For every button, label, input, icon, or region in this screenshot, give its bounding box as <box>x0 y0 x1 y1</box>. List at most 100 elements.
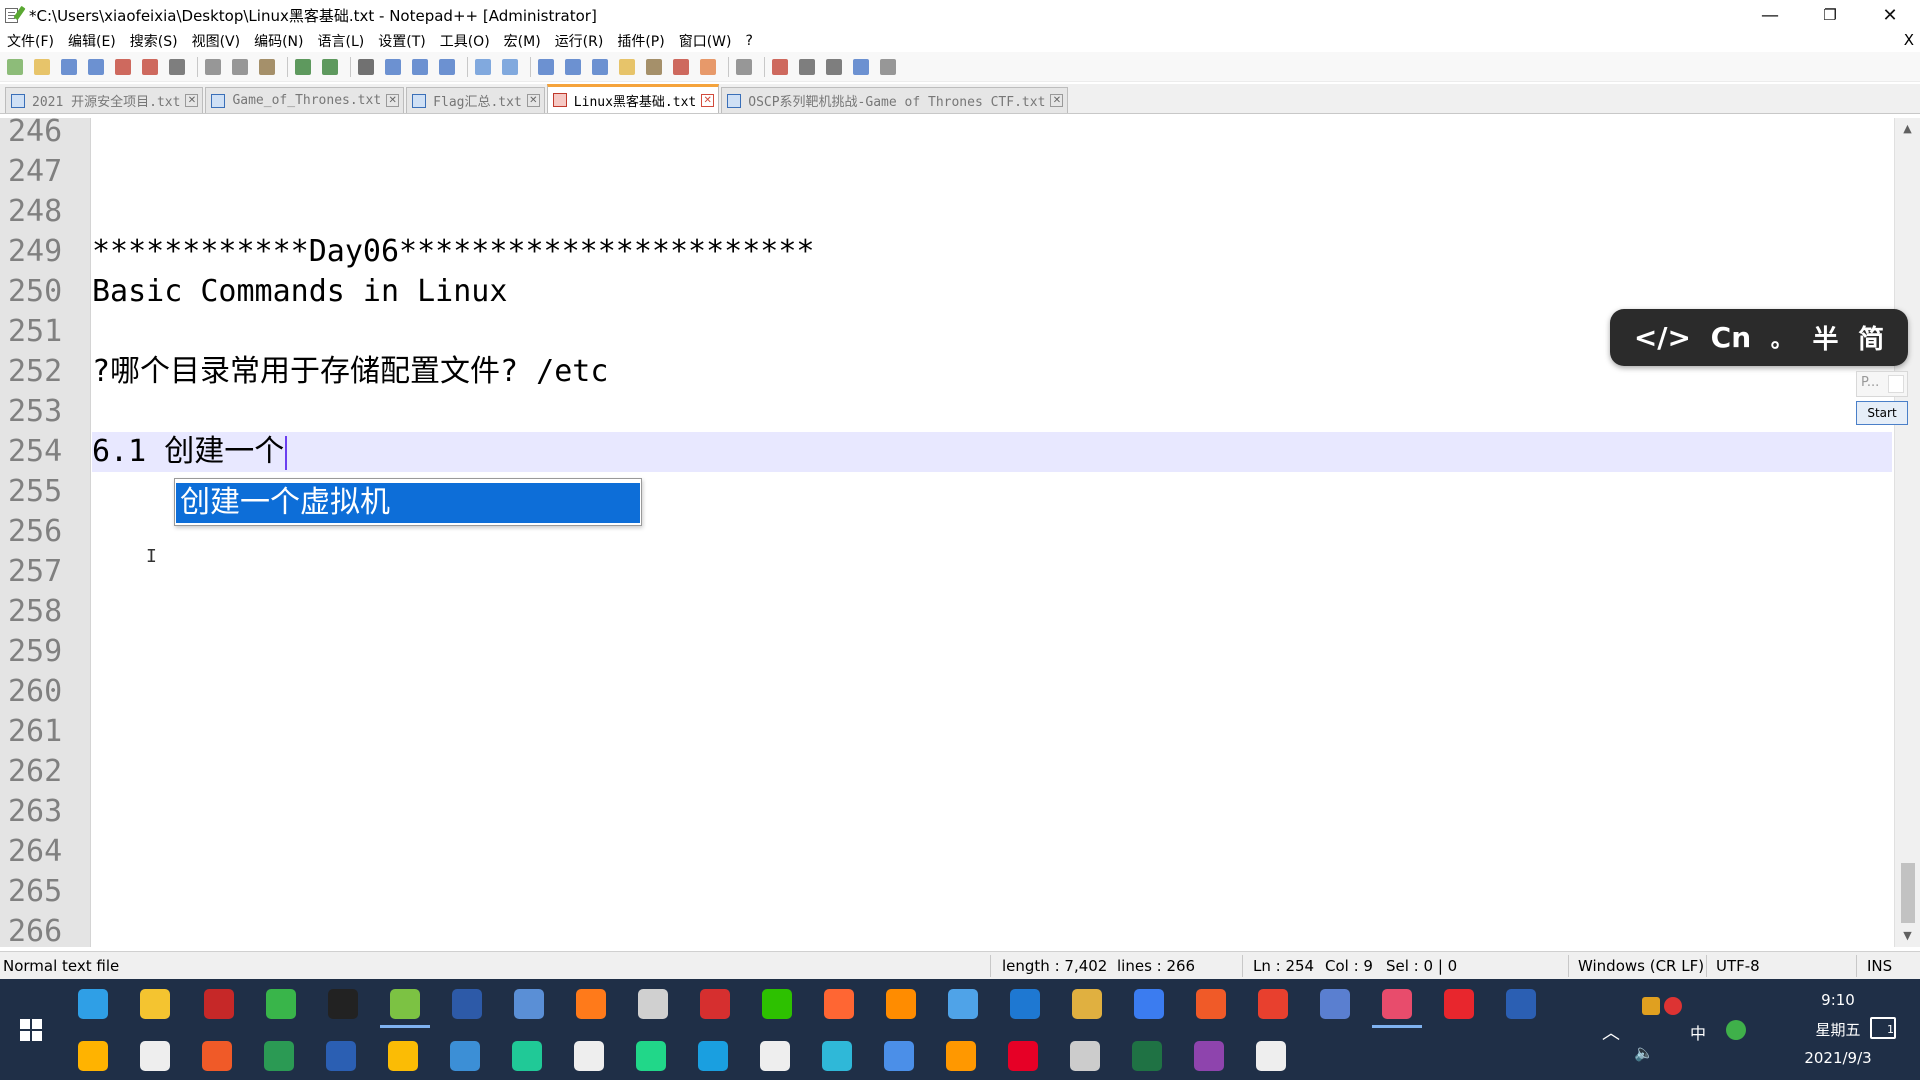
code-line[interactable] <box>92 672 1892 712</box>
tab-oscp-challenge[interactable]: OSCP系列靶机挑战-Game of Thrones CTF.txt ✕ <box>721 87 1069 113</box>
code-line[interactable] <box>92 472 1892 512</box>
vertical-scrollbar[interactable]: ▲ ▼ <box>1894 118 1920 947</box>
menu-tools[interactable]: 工具(O) <box>433 31 497 51</box>
stop-macro-icon[interactable] <box>796 56 818 78</box>
notification-center-icon[interactable]: 1 <box>1870 1017 1896 1039</box>
notepadpp-icon[interactable] <box>380 989 430 1028</box>
close-document-button[interactable]: X <box>1904 31 1914 49</box>
network-icon[interactable] <box>514 989 544 1019</box>
sogou-icon[interactable] <box>1726 1020 1746 1040</box>
burp-icon[interactable] <box>824 989 854 1019</box>
sync-app-icon[interactable] <box>78 1041 108 1071</box>
menu-search[interactable]: 搜索(S) <box>123 31 185 51</box>
tray-overflow-icon[interactable]: ︿ <box>1602 1019 1620 1045</box>
paste-icon[interactable] <box>256 56 278 78</box>
tab-close-icon[interactable]: ✕ <box>1050 94 1064 107</box>
pycharm-icon[interactable] <box>636 1041 666 1071</box>
ime-toolbar[interactable]: </> Cn 。 半 简 <box>1610 309 1908 366</box>
filezilla-icon[interactable] <box>700 989 730 1019</box>
menu-edit[interactable]: 编辑(E) <box>61 31 123 51</box>
menu-language[interactable]: 语言(L) <box>311 31 372 51</box>
tab-linux-basics[interactable]: Linux黑客基础.txt ✕ <box>546 84 720 113</box>
close-icon[interactable] <box>112 56 134 78</box>
start-button[interactable]: Start <box>1856 401 1908 425</box>
find-icon[interactable] <box>355 56 377 78</box>
menu-help[interactable]: ? <box>739 33 760 49</box>
print-icon[interactable] <box>166 56 188 78</box>
code-line[interactable] <box>92 712 1892 752</box>
file-explorer-icon[interactable] <box>140 989 170 1019</box>
document-icon[interactable] <box>574 1041 604 1071</box>
save-all-icon[interactable] <box>85 56 107 78</box>
menu-file[interactable]: 文件(F) <box>0 31 61 51</box>
wechat-icon[interactable] <box>762 989 792 1019</box>
ime-mode-button[interactable]: Cn <box>1711 321 1751 354</box>
current-line[interactable]: 6.1 创建一个 <box>92 432 1892 472</box>
code-line[interactable]: ************Day06*********************** <box>92 232 1892 272</box>
code-line[interactable] <box>92 192 1892 232</box>
m-app-icon[interactable] <box>512 1041 542 1071</box>
text-editor[interactable]: 创建一个虚拟机 I 246 247 248 249 ************Day06*… <box>0 118 1920 947</box>
c-app-icon[interactable] <box>266 989 296 1019</box>
play-macro-icon[interactable] <box>823 56 845 78</box>
ime-width-button[interactable]: 半 <box>1812 319 1838 356</box>
clock-date[interactable]: 2021/9/3 <box>1790 1049 1886 1067</box>
show-all-chars-icon[interactable] <box>562 56 584 78</box>
snipping-icon[interactable] <box>1372 989 1422 1028</box>
tray-app-red-icon[interactable] <box>1664 997 1682 1015</box>
menu-settings[interactable]: 设置(T) <box>371 31 432 51</box>
lock-app-icon[interactable] <box>140 1041 170 1071</box>
menu-plugins[interactable]: 插件(P) <box>610 31 671 51</box>
code-line[interactable] <box>92 512 1892 552</box>
mascot-app-icon[interactable] <box>1256 1041 1286 1071</box>
save-macro-icon[interactable] <box>877 56 899 78</box>
red-app-icon[interactable] <box>204 989 234 1019</box>
books-icon[interactable] <box>1072 989 1102 1019</box>
windows-start-icon[interactable] <box>20 1019 42 1041</box>
sync-vertical-icon[interactable] <box>472 56 494 78</box>
menu-encoding[interactable]: 编码(N) <box>247 31 310 51</box>
ime-code-button[interactable]: </> <box>1634 321 1691 354</box>
pdf-app-icon[interactable] <box>1194 1041 1224 1071</box>
restore-button[interactable]: ❐ <box>1800 0 1860 30</box>
sublime-icon[interactable] <box>946 1041 976 1071</box>
window-app-icon[interactable] <box>638 989 668 1019</box>
menu-macro[interactable]: 宏(M) <box>497 31 548 51</box>
clock-time[interactable]: 9:10 <box>1790 991 1886 1009</box>
ime-lang-indicator[interactable]: 中 <box>1690 1020 1706 1044</box>
menu-run[interactable]: 运行(R) <box>548 31 611 51</box>
word-wrap-icon[interactable] <box>535 56 557 78</box>
swift-app-icon[interactable] <box>884 1041 914 1071</box>
code-line[interactable] <box>92 752 1892 792</box>
ime-punct-button[interactable]: 。 <box>1771 322 1793 354</box>
code-line[interactable] <box>92 152 1892 192</box>
powershell-icon[interactable] <box>452 989 482 1019</box>
tab-close-icon[interactable]: ✕ <box>185 94 199 107</box>
tab-close-icon[interactable]: ✕ <box>386 94 400 107</box>
close-button[interactable]: ✕ <box>1860 0 1920 30</box>
tab-close-icon[interactable]: ✕ <box>701 93 715 107</box>
firefox-icon[interactable] <box>576 989 606 1019</box>
code-line[interactable] <box>92 792 1892 832</box>
menu-window[interactable]: 窗口(W) <box>672 31 739 51</box>
tab-game-of-thrones[interactable]: Game_of_Thrones.txt ✕ <box>205 87 405 113</box>
volume-icon[interactable]: 🔈 <box>1634 1043 1654 1062</box>
code-line[interactable] <box>92 872 1892 912</box>
code-line[interactable] <box>92 552 1892 592</box>
copy-icon[interactable] <box>229 56 251 78</box>
code-line[interactable] <box>92 832 1892 872</box>
scroll-up-icon[interactable]: ▲ <box>1895 118 1920 140</box>
code-line[interactable] <box>92 392 1892 432</box>
menu-view[interactable]: 视图(V) <box>185 31 248 51</box>
folder-workspace-icon[interactable] <box>697 56 719 78</box>
netease-music-icon[interactable] <box>1008 1041 1038 1071</box>
share-icon[interactable] <box>948 989 978 1019</box>
open-file-icon[interactable] <box>31 56 53 78</box>
swirl-app-icon[interactable] <box>1258 989 1288 1019</box>
close-all-icon[interactable] <box>139 56 161 78</box>
wireshark-icon[interactable] <box>1010 989 1040 1019</box>
tab-open-source-projects[interactable]: 2021 开源安全项目.txt ✕ <box>5 87 204 113</box>
scroll-thumb[interactable] <box>1901 863 1915 923</box>
code-line[interactable] <box>92 632 1892 672</box>
ime-script-button[interactable]: 简 <box>1858 319 1884 356</box>
